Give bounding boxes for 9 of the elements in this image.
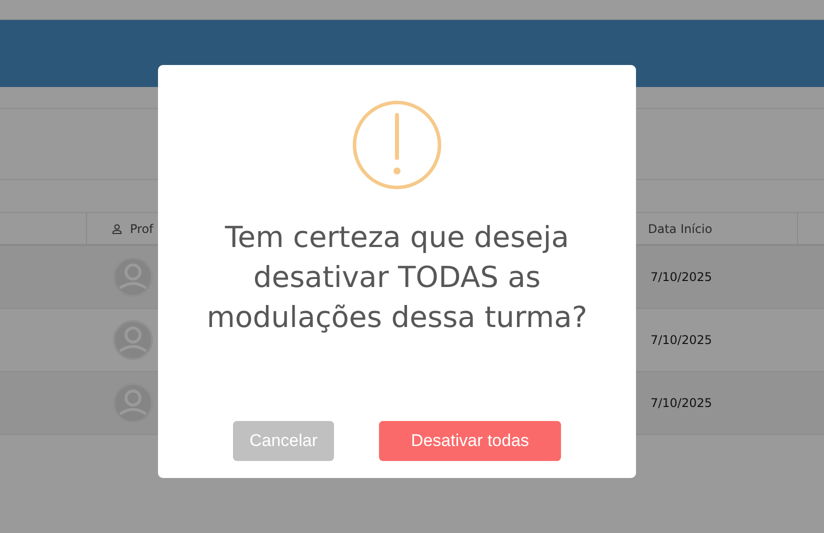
table-cell: 7/10/2025 bbox=[650, 270, 712, 284]
table-cell: 7/10/2025 bbox=[650, 333, 712, 347]
dialog-message: Tem certeza que deseja desativar TODAS as modulações dessa turma? bbox=[206, 219, 588, 336]
user-icon bbox=[112, 224, 122, 234]
column-header[interactable]: Prof bbox=[130, 222, 154, 236]
table-cell: 7/10/2025 bbox=[650, 396, 712, 410]
column-header[interactable]: Data Início bbox=[648, 222, 712, 236]
warning-icon bbox=[352, 100, 442, 190]
deactivate-button[interactable]: Desativar todas bbox=[379, 421, 561, 461]
